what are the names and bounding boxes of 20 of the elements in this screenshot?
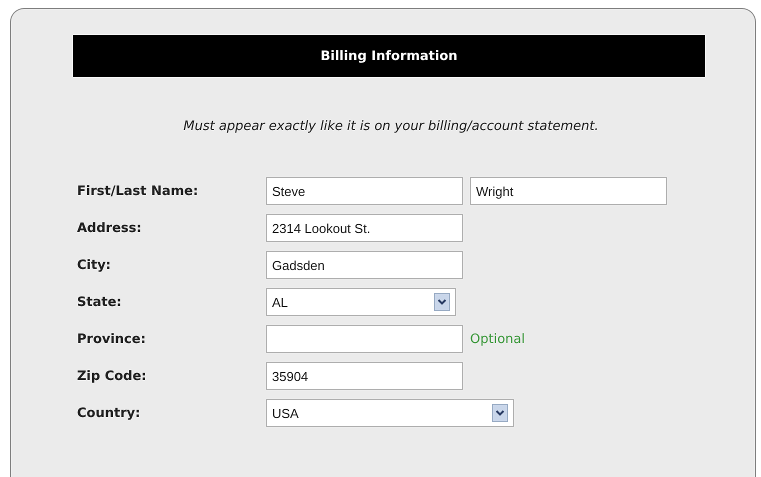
instruction-text: Must appear exactly like it is on your billing/account statement.	[182, 119, 600, 134]
input-field[interactable]: 2314 Lookout St.	[266, 214, 463, 242]
input-field[interactable]: 35904	[266, 362, 463, 390]
chevron-down-icon	[492, 404, 508, 422]
dropdown-field[interactable]: USA	[266, 399, 514, 427]
input-field[interactable]	[266, 325, 463, 353]
input-field[interactable]: Gadsden	[266, 251, 463, 279]
dropdown-field[interactable]: AL	[266, 288, 456, 316]
field-label: First/Last Name:	[77, 184, 200, 198]
field-label: Country:	[77, 406, 142, 420]
chevron-down-icon	[434, 293, 450, 311]
field-label: City:	[77, 258, 112, 272]
field-label: State:	[77, 294, 123, 310]
input-field[interactable]: Wright	[470, 177, 667, 205]
section-header: Billing Information	[73, 35, 705, 77]
field-label: Address:	[77, 220, 143, 236]
field-label: Zip Code:	[77, 368, 148, 384]
optional-hint: Optional	[470, 332, 525, 346]
input-field[interactable]: Steve	[266, 177, 463, 205]
field-label: Province:	[77, 332, 147, 346]
